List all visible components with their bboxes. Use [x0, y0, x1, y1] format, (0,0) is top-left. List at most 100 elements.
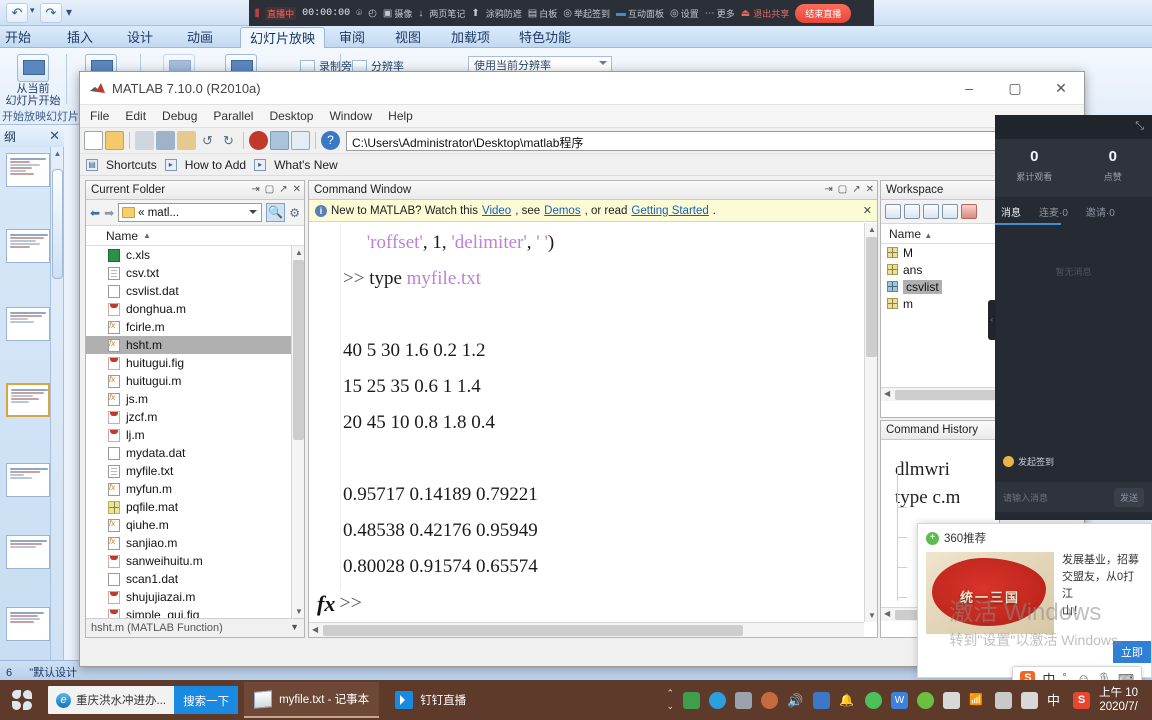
- tray-expand-button[interactable]: ⌃ ⌄: [666, 689, 674, 711]
- close-icon[interactable]: ✕: [1038, 72, 1084, 105]
- tab-voice-link[interactable]: 连麦·0: [1039, 204, 1068, 219]
- network-icon[interactable]: 📶: [969, 692, 986, 709]
- open-variable-icon[interactable]: [904, 204, 920, 219]
- save-workspace-icon[interactable]: [942, 204, 958, 219]
- close-icon[interactable]: ✕: [293, 184, 301, 195]
- demos-link[interactable]: Demos: [544, 205, 580, 217]
- file-row[interactable]: sanweihuitu.m: [86, 552, 304, 570]
- panel-collapse-handle[interactable]: ‹: [988, 300, 996, 340]
- start-button[interactable]: [0, 680, 44, 720]
- scroll-left-icon[interactable]: ◀: [312, 625, 318, 634]
- fx-icon[interactable]: fx: [317, 591, 335, 617]
- command-window-output[interactable]: 'roffset', 1, 'delimiter', ' ') >> type m…: [309, 223, 864, 590]
- new-variable-icon[interactable]: [885, 204, 901, 219]
- ppt-redo-button[interactable]: ↷: [40, 3, 62, 23]
- slide-thumbnail-6[interactable]: [6, 535, 50, 569]
- hscrollbar-thumb[interactable]: [895, 390, 997, 400]
- menu-debug[interactable]: Debug: [162, 109, 197, 123]
- file-row[interactable]: qiuhe.m: [86, 516, 304, 534]
- gear-icon[interactable]: ⚙: [289, 206, 300, 220]
- chevron-down-icon[interactable]: [249, 210, 258, 218]
- scroll-left-icon[interactable]: ◀: [884, 609, 890, 618]
- usb-icon[interactable]: [683, 691, 700, 709]
- chevron-down-icon[interactable]: ▼: [290, 622, 299, 632]
- wifi-icon[interactable]: ⌾: [356, 8, 362, 19]
- menu-window[interactable]: Window: [329, 109, 372, 123]
- device-icon[interactable]: [735, 691, 752, 709]
- scroll-up-icon[interactable]: ▲: [868, 225, 876, 234]
- file-row[interactable]: simple_gui.fig: [86, 606, 304, 618]
- ppt-outline-tab[interactable]: 纲 ✕: [0, 125, 64, 147]
- file-row[interactable]: hsht.m: [86, 336, 304, 354]
- profiler-icon[interactable]: [291, 131, 310, 150]
- undock-icon[interactable]: ↗: [852, 184, 860, 195]
- file-row[interactable]: myfile.txt: [86, 462, 304, 480]
- file-row[interactable]: c.xls: [86, 246, 304, 264]
- scroll-down-icon[interactable]: ▼: [868, 611, 876, 620]
- security-icon[interactable]: [813, 691, 830, 709]
- open-file-icon[interactable]: [105, 131, 124, 150]
- menu-file[interactable]: File: [90, 109, 109, 123]
- ppt-tab-review[interactable]: 审阅: [330, 27, 374, 48]
- chat-icon[interactable]: ▬ 互动面板: [616, 7, 664, 20]
- dock-icon[interactable]: ⇥: [251, 184, 259, 195]
- send-button[interactable]: 发送: [1113, 487, 1144, 507]
- more-icon[interactable]: ⋯ 更多: [705, 7, 735, 20]
- file-list-scrollbar[interactable]: ▲ ▼: [291, 246, 304, 618]
- file-row[interactable]: sanjiao.m: [86, 534, 304, 552]
- command-window-hscrollbar[interactable]: ◀: [309, 622, 864, 637]
- slide-thumbnail-7[interactable]: [6, 607, 50, 641]
- file-row[interactable]: pqfile.mat: [86, 498, 304, 516]
- file-row[interactable]: huitugui.m: [86, 372, 304, 390]
- taskbar-clock[interactable]: 上午 10 2020/7/: [1099, 686, 1146, 714]
- mic-icon[interactable]: ↓: [418, 8, 423, 19]
- ppt-tab-addins[interactable]: 加载项: [442, 27, 499, 48]
- tab-invite[interactable]: 邀请·0: [1086, 204, 1115, 219]
- back-icon[interactable]: ⬅: [90, 206, 100, 220]
- exit-share-button[interactable]: ⏏ 退出共享: [741, 7, 789, 20]
- cut-icon[interactable]: [135, 131, 154, 150]
- 360-icon[interactable]: [917, 691, 934, 709]
- workspace-variable-row[interactable]: ans: [881, 261, 999, 278]
- dock-icon[interactable]: ⇥: [824, 184, 832, 195]
- minimize-icon[interactable]: –: [946, 72, 992, 105]
- import-data-icon[interactable]: [923, 204, 939, 219]
- slide-thumbnail-1[interactable]: [6, 153, 50, 187]
- slide-thumbnail-2[interactable]: [6, 229, 50, 263]
- help-icon[interactable]: ?: [321, 131, 340, 150]
- new-file-icon[interactable]: [84, 131, 103, 150]
- slide-thumbnail-3[interactable]: [6, 307, 50, 341]
- search-button[interactable]: 搜索一下: [174, 686, 239, 714]
- search-icon[interactable]: 🔍: [266, 203, 286, 222]
- getting-started-link[interactable]: Getting Started: [631, 205, 708, 217]
- ime-cn-icon[interactable]: 中: [1047, 692, 1064, 709]
- ppt-tab-view[interactable]: 视图: [386, 27, 430, 48]
- user-icon[interactable]: [761, 691, 778, 709]
- paint-icon[interactable]: 涂鸦防遮: [486, 7, 522, 20]
- file-row[interactable]: donghua.m: [86, 300, 304, 318]
- settings-icon[interactable]: ◎ 设置: [670, 7, 699, 20]
- battery-icon[interactable]: [943, 691, 960, 709]
- workspace-column-header[interactable]: Name ▲: [881, 224, 999, 244]
- ppt-undo-caret[interactable]: ▾: [30, 5, 35, 16]
- command-window-prompt[interactable]: fx >>: [309, 590, 864, 617]
- paste-icon[interactable]: [177, 131, 196, 150]
- telegram-icon[interactable]: [709, 691, 726, 709]
- clear-workspace-icon[interactable]: [961, 204, 977, 219]
- taskbar-search-box[interactable]: e 重庆洪水冲进办... 搜索一下: [48, 686, 239, 714]
- forward-icon[interactable]: ➡: [104, 206, 114, 220]
- camera-icon[interactable]: ▣ 摄像: [383, 7, 412, 20]
- video-link[interactable]: Video: [482, 205, 511, 217]
- keyboard-icon[interactable]: [1021, 691, 1038, 709]
- file-row[interactable]: shujujiazai.m: [86, 588, 304, 606]
- bell-icon[interactable]: 🔔: [839, 692, 856, 709]
- ad-body[interactable]: 统一三国 发展基业，招募 交盟友，从0打江 山！: [918, 552, 1151, 634]
- shortcuts-label[interactable]: Shortcuts: [106, 158, 157, 172]
- file-row[interactable]: mydata.dat: [86, 444, 304, 462]
- taskbar-item-notepad[interactable]: myfile.txt - 记事本: [244, 682, 380, 718]
- maximize-icon[interactable]: ▢: [992, 72, 1038, 105]
- workspace-variable-row[interactable]: m: [881, 295, 999, 312]
- copy-icon[interactable]: [156, 131, 175, 150]
- ppt-tab-animation[interactable]: 动画: [178, 27, 222, 48]
- file-row[interactable]: scan1.dat: [86, 570, 304, 588]
